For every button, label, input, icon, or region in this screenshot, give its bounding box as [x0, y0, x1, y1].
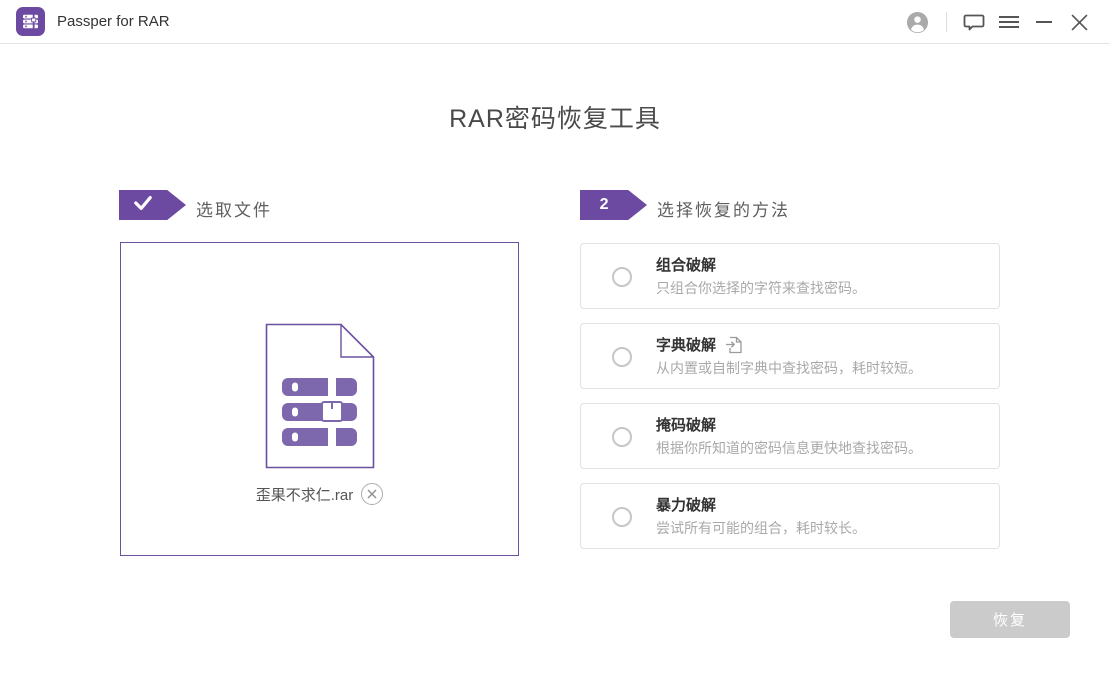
step2-label: 选择恢复的方法 — [657, 201, 790, 220]
app-title: Passper for RAR — [57, 13, 170, 30]
page-title: RAR密码恢复工具 — [449, 105, 661, 133]
step1-label: 选取文件 — [196, 201, 272, 220]
feedback-chat-icon[interactable] — [960, 0, 988, 44]
method-title: 掩码破解 — [656, 417, 717, 434]
method-description: 根据你所知道的密码信息更快地查找密码。 — [656, 440, 922, 456]
method-description: 从内置或自制字典中查找密码，耗时较短。 — [656, 360, 922, 376]
import-dictionary-icon[interactable] — [725, 336, 742, 354]
titlebar-divider — [946, 12, 947, 32]
remove-file-button[interactable] — [361, 483, 384, 505]
app-logo-icon — [16, 7, 45, 36]
step2-badge: 2 — [580, 190, 647, 220]
hamburger-menu-icon[interactable] — [996, 0, 1022, 44]
selected-file-name: 歪果不求仁.rar — [255, 486, 354, 504]
selected-file-panel[interactable]: 歪果不求仁.rar — [120, 242, 519, 556]
method-card-bruteforce[interactable]: 暴力破解 尝试所有可能的组合，耗时较长。 — [580, 483, 1000, 549]
account-avatar-icon[interactable] — [903, 0, 931, 44]
method-title: 组合破解 — [656, 257, 717, 274]
method-description: 尝试所有可能的组合，耗时较长。 — [656, 520, 866, 536]
step2-number: 2 — [599, 196, 609, 213]
method-card-dictionary[interactable]: 字典破解 从内置或自制字典中查找密码，耗时较短。 — [580, 323, 1000, 389]
method-title: 字典破解 — [656, 337, 717, 354]
method-title: 暴力破解 — [656, 497, 717, 514]
rar-file-icon — [264, 323, 376, 474]
radio-dictionary[interactable] — [612, 347, 632, 367]
check-icon — [119, 194, 167, 217]
close-icon[interactable] — [1066, 0, 1092, 44]
titlebar: Passper for RAR — [0, 0, 1110, 44]
recover-button[interactable]: 恢复 — [950, 601, 1070, 638]
method-card-mask[interactable]: 掩码破解 根据你所知道的密码信息更快地查找密码。 — [580, 403, 1000, 469]
radio-mask[interactable] — [612, 427, 632, 447]
step1-badge — [119, 190, 186, 220]
method-description: 只组合你选择的字符来查找密码。 — [656, 280, 866, 296]
minimize-icon[interactable] — [1032, 0, 1056, 44]
radio-combination[interactable] — [612, 267, 632, 287]
method-card-combination[interactable]: 组合破解 只组合你选择的字符来查找密码。 — [580, 243, 1000, 309]
radio-bruteforce[interactable] — [612, 507, 632, 527]
